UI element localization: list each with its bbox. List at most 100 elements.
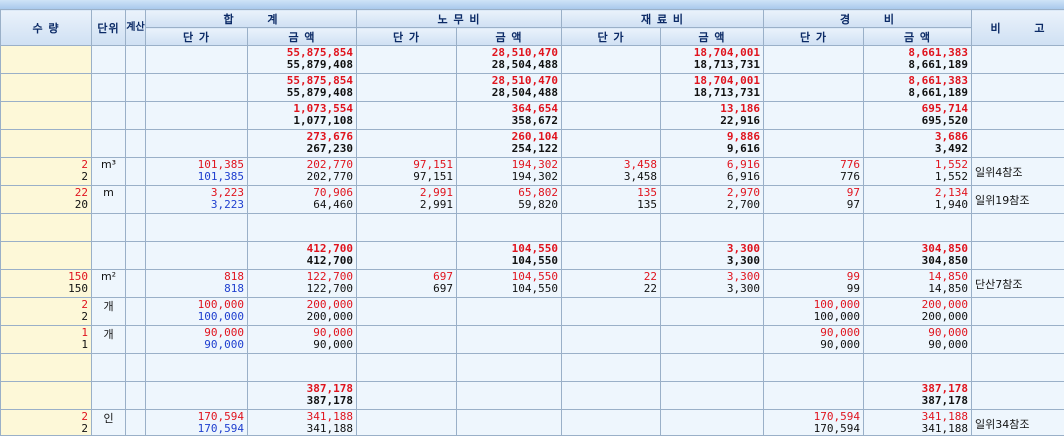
header-calc[interactable]: 계산	[126, 10, 146, 46]
material-unit-price-cell[interactable]	[562, 326, 661, 354]
expense-amount-cell[interactable]: 200,000200,000	[864, 298, 972, 326]
expense-unit-price-cell[interactable]: 100,000100,000	[764, 298, 864, 326]
expense-amount-cell[interactable]: 695,714695,520	[864, 102, 972, 130]
unit-cell[interactable]: m	[92, 186, 126, 214]
expense-amount-cell[interactable]	[864, 354, 972, 382]
table-row[interactable]: 55,875,85455,879,40828,510,47028,504,488…	[1, 74, 1064, 102]
total-unit-price-cell[interactable]	[146, 130, 248, 158]
total-unit-price-cell[interactable]: 90,00090,000	[146, 326, 248, 354]
unit-cell[interactable]	[92, 130, 126, 158]
qty-cell[interactable]: 150150	[1, 270, 92, 298]
expense-amount-cell[interactable]: 2,1341,940	[864, 186, 972, 214]
total-unit-price-cell[interactable]	[146, 382, 248, 410]
note-cell[interactable]: 일위19참조	[972, 186, 1064, 214]
material-amount-cell[interactable]	[661, 354, 764, 382]
expense-amount-cell[interactable]: 1,5521,552	[864, 158, 972, 186]
table-row[interactable]: 11개90,00090,00090,00090,00090,00090,0009…	[1, 326, 1064, 354]
expense-amount-cell[interactable]: 8,661,3838,661,189	[864, 74, 972, 102]
labor-unit-price-cell[interactable]	[357, 326, 457, 354]
unit-cell[interactable]: 개	[92, 326, 126, 354]
labor-unit-price-cell[interactable]	[357, 102, 457, 130]
total-amount-cell[interactable]: 387,178387,178	[248, 382, 357, 410]
labor-unit-price-cell[interactable]: 97,15197,151	[357, 158, 457, 186]
total-unit-price-cell[interactable]: 101,385101,385	[146, 158, 248, 186]
unit-cell[interactable]	[92, 242, 126, 270]
material-amount-cell[interactable]: 6,9166,916	[661, 158, 764, 186]
total-unit-price-cell[interactable]: 3,2233,223	[146, 186, 248, 214]
qty-cell[interactable]	[1, 242, 92, 270]
material-unit-price-cell[interactable]	[562, 382, 661, 410]
unit-cell[interactable]: 개	[92, 298, 126, 326]
labor-unit-price-cell[interactable]: 2,9912,991	[357, 186, 457, 214]
table-row[interactable]: 273,676267,230260,104254,1229,8869,6163,…	[1, 130, 1064, 158]
total-unit-price-cell[interactable]	[146, 102, 248, 130]
labor-unit-price-cell[interactable]: 697697	[357, 270, 457, 298]
qty-cell[interactable]: 11	[1, 326, 92, 354]
material-amount-cell[interactable]: 13,18622,916	[661, 102, 764, 130]
labor-unit-price-cell[interactable]	[357, 130, 457, 158]
expense-unit-price-cell[interactable]	[764, 130, 864, 158]
labor-unit-price-cell[interactable]	[357, 214, 457, 242]
labor-amount-cell[interactable]	[457, 382, 562, 410]
expense-amount-cell[interactable]: 304,850304,850	[864, 242, 972, 270]
total-unit-price-cell[interactable]	[146, 242, 248, 270]
note-cell[interactable]	[972, 74, 1064, 102]
labor-amount-cell[interactable]: 104,550104,550	[457, 270, 562, 298]
expense-unit-price-cell[interactable]: 776776	[764, 158, 864, 186]
labor-unit-price-cell[interactable]	[357, 74, 457, 102]
calc-cell[interactable]	[126, 382, 146, 410]
total-amount-cell[interactable]: 70,90664,460	[248, 186, 357, 214]
calc-cell[interactable]	[126, 326, 146, 354]
labor-amount-cell[interactable]: 104,550104,550	[457, 242, 562, 270]
expense-unit-price-cell[interactable]	[764, 242, 864, 270]
calc-cell[interactable]	[126, 130, 146, 158]
unit-cell[interactable]	[92, 46, 126, 74]
total-unit-price-cell[interactable]	[146, 214, 248, 242]
table-row[interactable]	[1, 354, 1064, 382]
material-amount-cell[interactable]: 3,3003,300	[661, 270, 764, 298]
labor-amount-cell[interactable]: 260,104254,122	[457, 130, 562, 158]
expense-unit-price-cell[interactable]	[764, 102, 864, 130]
note-cell[interactable]	[972, 354, 1064, 382]
material-amount-cell[interactable]	[661, 298, 764, 326]
calc-cell[interactable]	[126, 242, 146, 270]
total-amount-cell[interactable]: 1,073,5541,077,108	[248, 102, 357, 130]
table-row[interactable]: 387,178387,178387,178387,178	[1, 382, 1064, 410]
material-unit-price-cell[interactable]	[562, 46, 661, 74]
header-labor-unit-price[interactable]: 단 가	[357, 28, 457, 46]
table-row[interactable]: 412,700412,700104,550104,5503,3003,30030…	[1, 242, 1064, 270]
calc-cell[interactable]	[126, 102, 146, 130]
material-unit-price-cell[interactable]	[562, 354, 661, 382]
header-expense-unit-price[interactable]: 단 가	[764, 28, 864, 46]
expense-amount-cell[interactable]	[864, 214, 972, 242]
note-cell[interactable]	[972, 382, 1064, 410]
header-labor-amount[interactable]: 금 액	[457, 28, 562, 46]
total-amount-cell[interactable]: 90,00090,000	[248, 326, 357, 354]
expense-amount-cell[interactable]: 90,00090,000	[864, 326, 972, 354]
material-unit-price-cell[interactable]	[562, 242, 661, 270]
qty-cell[interactable]: 22	[1, 158, 92, 186]
expense-unit-price-cell[interactable]: 9797	[764, 186, 864, 214]
calc-cell[interactable]	[126, 158, 146, 186]
header-total[interactable]: 합 계	[146, 10, 357, 28]
expense-unit-price-cell[interactable]	[764, 354, 864, 382]
note-cell[interactable]	[972, 46, 1064, 74]
qty-cell[interactable]	[1, 74, 92, 102]
header-labor[interactable]: 노 무 비	[357, 10, 562, 28]
total-amount-cell[interactable]: 412,700412,700	[248, 242, 357, 270]
labor-amount-cell[interactable]	[457, 214, 562, 242]
header-material-amount[interactable]: 금 액	[661, 28, 764, 46]
calc-cell[interactable]	[126, 74, 146, 102]
header-qty[interactable]: 수 량	[1, 10, 92, 46]
total-unit-price-cell[interactable]	[146, 74, 248, 102]
material-unit-price-cell[interactable]	[562, 74, 661, 102]
header-total-amount[interactable]: 금 액	[248, 28, 357, 46]
material-unit-price-cell[interactable]: 2222	[562, 270, 661, 298]
expense-unit-price-cell[interactable]	[764, 46, 864, 74]
table-row[interactable]: 55,875,85455,879,40828,510,47028,504,488…	[1, 46, 1064, 74]
total-unit-price-cell[interactable]: 100,000100,000	[146, 298, 248, 326]
header-material-unit-price[interactable]: 단 가	[562, 28, 661, 46]
unit-cell[interactable]	[92, 354, 126, 382]
unit-cell[interactable]	[92, 74, 126, 102]
material-amount-cell[interactable]: 2,9702,700	[661, 186, 764, 214]
